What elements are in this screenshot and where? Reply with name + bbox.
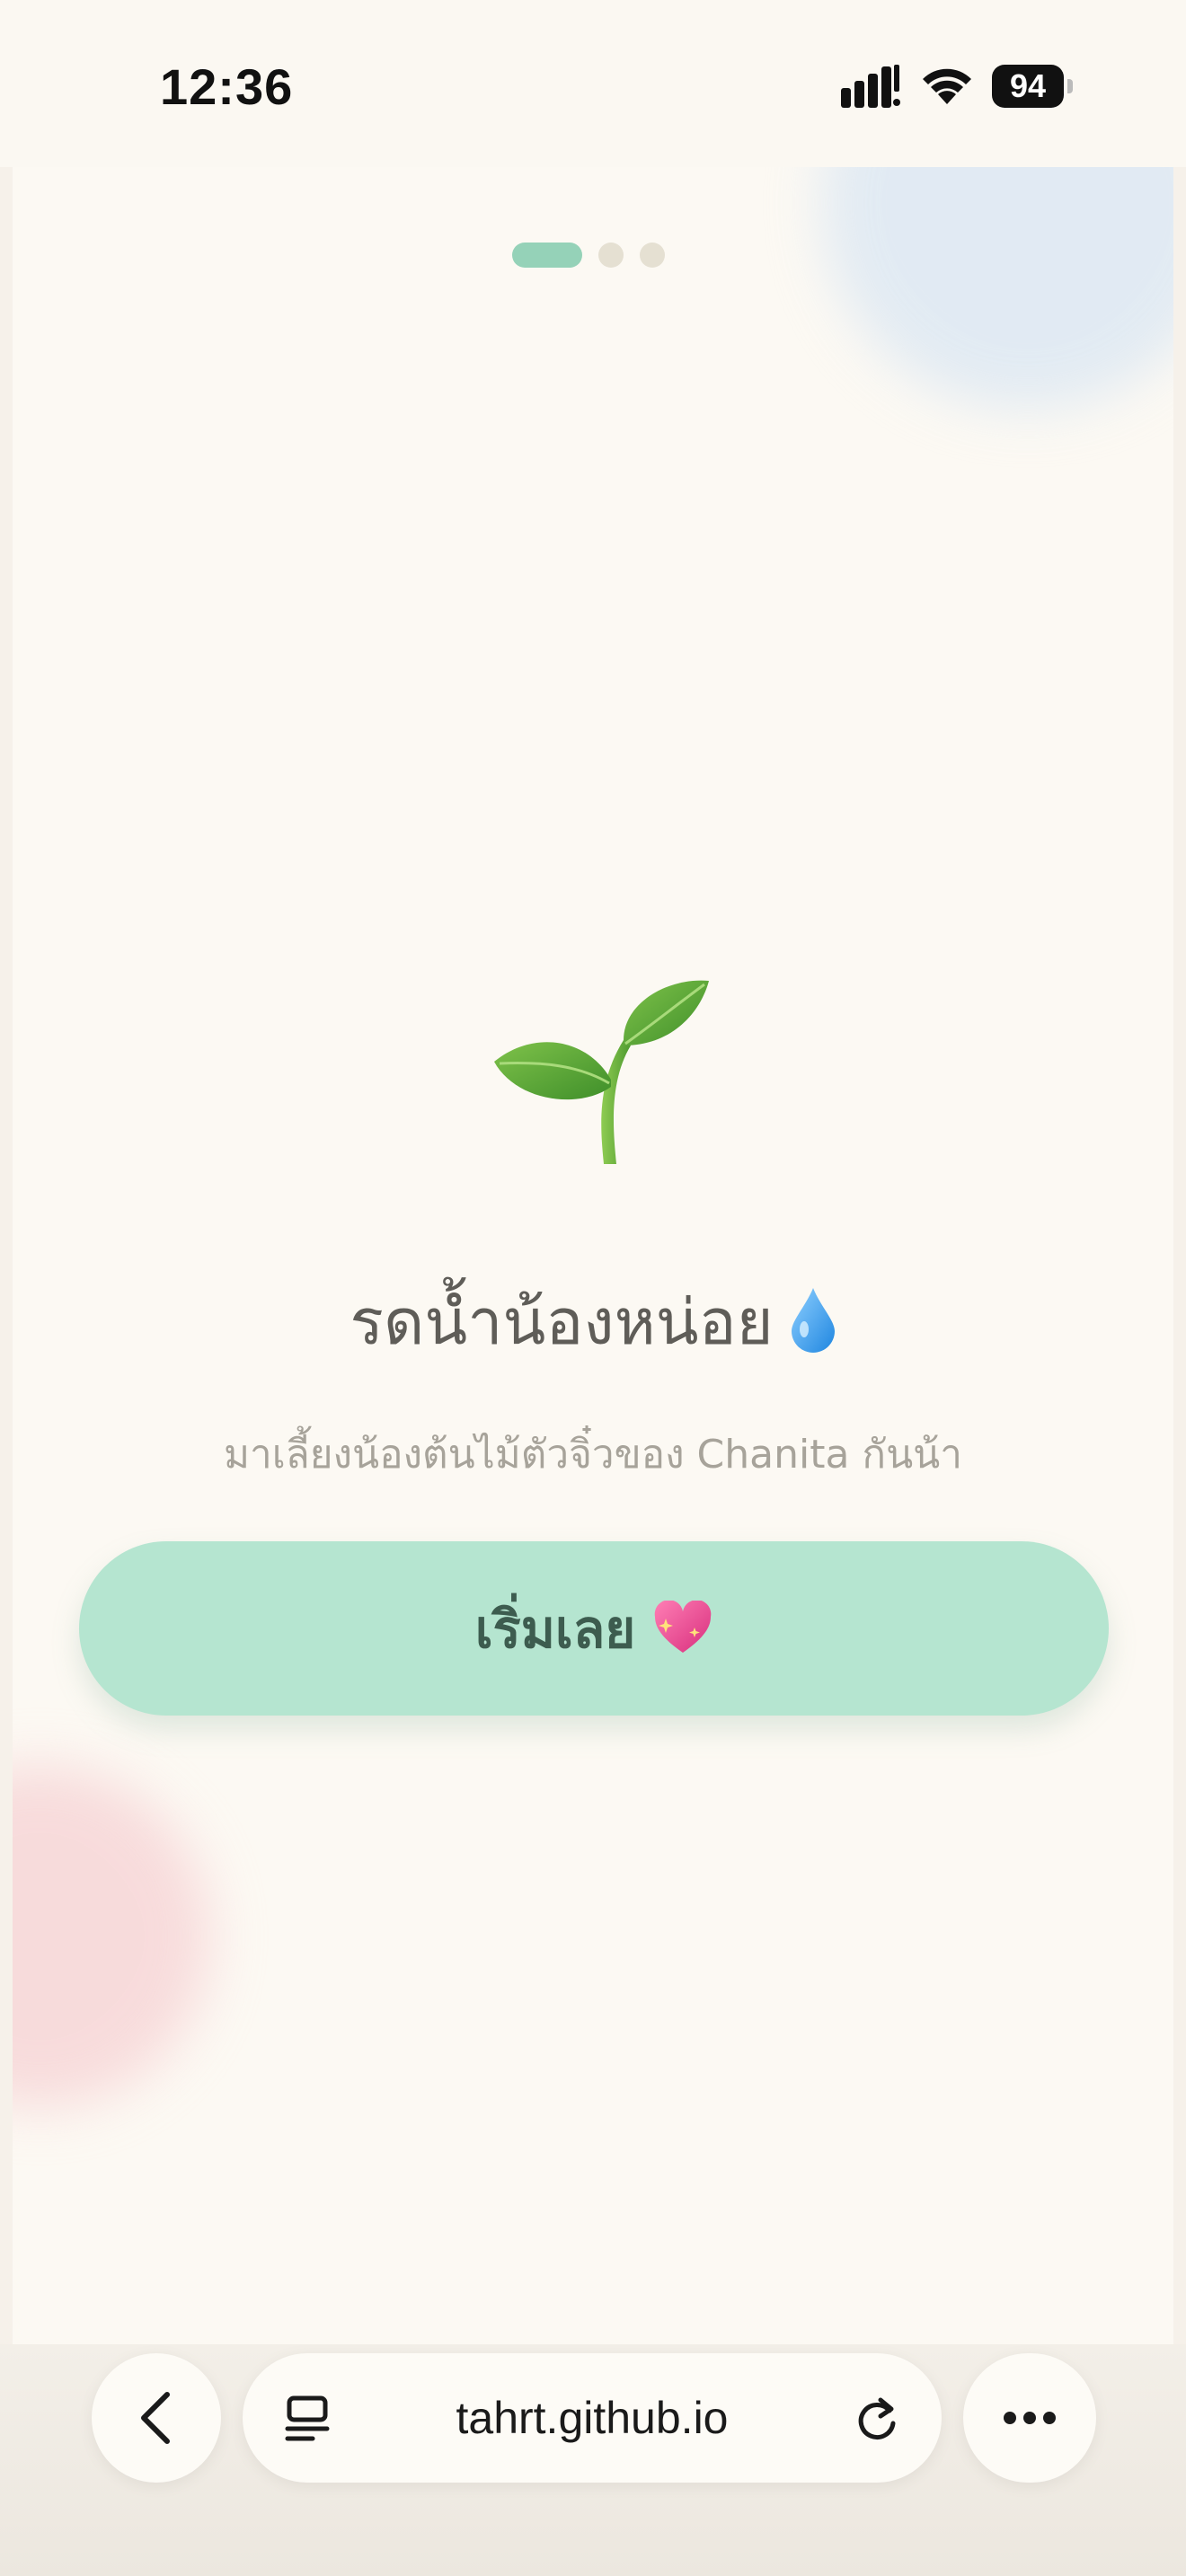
decorative-blob [821, 167, 1173, 410]
back-icon [141, 2392, 170, 2444]
signal-icon [841, 65, 900, 108]
pager-dots [512, 243, 665, 268]
web-page: รดน้ำน้องหน่อย มาเลี้ยงน้องต้นไม้ตัวจิ๋ว… [13, 167, 1173, 2576]
pager-dot-active [512, 243, 582, 268]
title-text: รดน้ำน้องหน่อย [350, 1285, 774, 1359]
url-text: tahrt.github.io [456, 2393, 729, 2443]
battery-icon: 94 [992, 65, 1073, 108]
status-time: 12:36 [160, 58, 294, 115]
more-icon [1004, 2412, 1056, 2424]
sprout-icon [494, 980, 709, 1164]
start-button[interactable]: เริ่มเลย [79, 1541, 1109, 1716]
status-bar: 12:36 94 [0, 0, 1186, 167]
address-bar[interactable]: tahrt.github.io [243, 2353, 942, 2483]
start-button-label: เริ่มเลย [474, 1598, 636, 1660]
more-button[interactable] [963, 2353, 1096, 2483]
wifi-icon [923, 68, 971, 104]
battery-level: 94 [992, 65, 1064, 108]
decorative-blob [13, 1766, 210, 2107]
pager-dot [598, 243, 624, 268]
page-subtitle: มาเลี้ยงน้องต้นไม้ตัวจิ๋วของ Chanita กัน… [224, 1432, 962, 1478]
back-button[interactable] [92, 2353, 221, 2483]
pager-dot [640, 243, 665, 268]
reload-icon[interactable] [854, 2395, 900, 2443]
sparkling-heart-icon [654, 1601, 712, 1653]
page-title: รดน้ำน้องหน่อย [13, 1272, 1173, 1372]
water-drop-icon [791, 1288, 835, 1353]
